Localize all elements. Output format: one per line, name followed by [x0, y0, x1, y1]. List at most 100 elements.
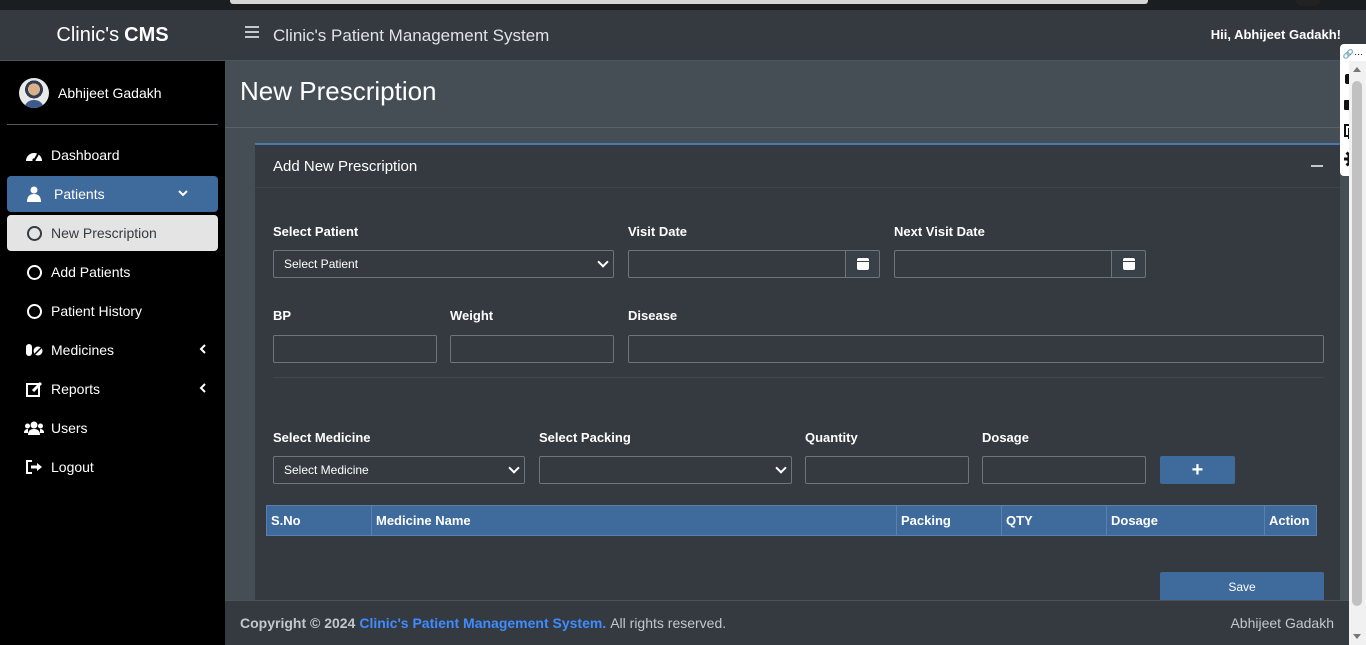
sidebar-nav: Dashboard Patients New Prescription Add …: [7, 137, 218, 485]
content-divider: [225, 127, 1340, 128]
footer-rights: All rights reserved.: [610, 615, 727, 631]
add-medicine-button[interactable]: +: [1160, 456, 1235, 484]
dashboard-icon: [24, 148, 44, 162]
disease-label: Disease: [628, 308, 678, 323]
column-header-medicine-name: Medicine Name: [372, 506, 897, 535]
scroll-down-icon[interactable]: [1353, 634, 1361, 639]
scrollbar-thumb[interactable]: [1352, 81, 1362, 606]
prescription-card: Add New Prescription Select Patient Sele…: [255, 143, 1340, 602]
visit-date-calendar-button[interactable]: [845, 250, 880, 278]
collapse-icon[interactable]: [1311, 165, 1323, 167]
sidebar-item-label: Dashboard: [51, 147, 120, 163]
select-medicine-label: Select Medicine: [273, 430, 371, 445]
hamburger-menu-icon[interactable]: [245, 26, 259, 38]
visit-date-input[interactable]: [628, 250, 846, 278]
sidebar: Clinic's CMS Abhijeet Gadakh Dashboard Pa…: [0, 10, 225, 645]
sidebar-item-label: Patients: [54, 186, 105, 202]
user-greeting: Hii, Abhijeet Gadakh!: [1210, 27, 1341, 42]
footer-author: Abhijeet Gadakh: [1230, 615, 1334, 631]
browser-profile-dot: [1296, 0, 1320, 6]
dosage-label: Dosage: [982, 430, 1029, 445]
pills-icon: [24, 343, 44, 357]
header-title: Clinic's Patient Management System: [273, 26, 550, 45]
page-scrollbar[interactable]: [1349, 61, 1366, 645]
chevron-down-icon: [775, 462, 787, 474]
card-header: Add New Prescription: [255, 145, 1340, 188]
sidebar-item-label: Reports: [51, 381, 101, 397]
sidebar-item-new-prescription[interactable]: New Prescription: [7, 215, 218, 251]
sidebar-item-patients[interactable]: Patients: [7, 176, 218, 212]
medicine-table-header: S.No Medicine Name Packing QTY Dosage Ac…: [266, 505, 1317, 536]
select-patient-value: Select Patient: [284, 257, 359, 271]
select-packing-dropdown[interactable]: [539, 456, 792, 484]
sidebar-item-logout[interactable]: Logout: [7, 449, 218, 485]
page-title: New Prescription: [240, 76, 437, 106]
card-title: Add New Prescription: [273, 157, 418, 175]
edit-icon: [24, 381, 44, 397]
chevron-down-icon: [508, 462, 520, 474]
select-patient-dropdown[interactable]: Select Patient: [273, 250, 614, 278]
footer-copyright: Copyright © 2024: [240, 615, 356, 631]
sidebar-item-dashboard[interactable]: Dashboard: [7, 137, 218, 173]
next-visit-date-label: Next Visit Date: [894, 224, 985, 239]
bp-label: BP: [273, 308, 292, 323]
sidebar-item-patient-history[interactable]: Patient History: [7, 293, 218, 329]
sidebar-item-reports[interactable]: Reports: [7, 371, 218, 407]
save-button[interactable]: Save: [1160, 572, 1324, 602]
column-header-sno: S.No: [267, 506, 372, 535]
column-header-qty: QTY: [1002, 506, 1107, 535]
select-packing-label: Select Packing: [539, 430, 631, 445]
chevron-down-icon: [178, 188, 188, 200]
next-visit-date-input[interactable]: [894, 250, 1112, 278]
select-medicine-dropdown[interactable]: Select Medicine: [273, 456, 525, 484]
sidebar-item-label: New Prescription: [51, 225, 157, 241]
sidebar-item-label: Add Patients: [51, 264, 131, 280]
visit-date-label: Visit Date: [628, 224, 688, 239]
browser-address-pill: [230, 0, 1148, 4]
weight-input[interactable]: [450, 335, 614, 363]
column-header-dosage: Dosage: [1107, 506, 1265, 535]
bp-input[interactable]: [273, 335, 437, 363]
chevron-left-icon: [199, 343, 206, 357]
browser-top-strip: [0, 0, 1366, 10]
chevron-left-icon: [199, 382, 206, 396]
calendar-icon: [1122, 258, 1135, 270]
sidebar-item-label: Users: [51, 420, 88, 436]
user-panel[interactable]: Abhijeet Gadakh: [7, 61, 218, 125]
quantity-input[interactable]: [805, 456, 969, 484]
brand-text: Clinic's: [56, 23, 120, 46]
dosage-input[interactable]: [982, 456, 1146, 484]
logout-icon: [24, 460, 44, 474]
user-name: Abhijeet Gadakh: [58, 84, 162, 101]
select-patient-label: Select Patient: [273, 224, 359, 239]
section-divider: [273, 377, 1324, 378]
chevron-down-icon: [597, 256, 609, 268]
disease-input[interactable]: [628, 335, 1324, 363]
sidebar-item-medicines[interactable]: Medicines: [7, 332, 218, 368]
select-medicine-value: Select Medicine: [284, 463, 369, 477]
scroll-up-icon[interactable]: [1353, 67, 1361, 72]
brand-logo[interactable]: Clinic's CMS: [0, 10, 225, 61]
column-header-packing: Packing: [897, 506, 1002, 535]
sidebar-item-add-patients[interactable]: Add Patients: [7, 254, 218, 290]
circle-icon: [24, 264, 44, 280]
patient-icon: [24, 186, 44, 202]
quantity-label: Quantity: [805, 430, 858, 445]
calendar-icon: [856, 258, 869, 270]
circle-icon: [24, 225, 44, 241]
users-icon: [24, 421, 44, 435]
sidebar-item-label: Patient History: [51, 303, 143, 319]
sidebar-item-label: Medicines: [51, 342, 115, 358]
top-header: Clinic's Patient Management System Hii, …: [225, 10, 1366, 61]
footer: Copyright © 2024 Clinic's Patient Manage…: [225, 600, 1349, 645]
column-header-action: Action: [1269, 513, 1310, 528]
weight-label: Weight: [450, 308, 494, 323]
circle-icon: [24, 303, 44, 319]
main-content: New Prescription Add New Prescription Se…: [225, 61, 1340, 602]
next-visit-date-calendar-button[interactable]: [1111, 250, 1146, 278]
brand-bold-text: CMS: [124, 23, 169, 46]
avatar: [19, 77, 49, 108]
sidebar-item-users[interactable]: Users: [7, 410, 218, 446]
sidebar-item-label: Logout: [51, 459, 94, 475]
footer-link[interactable]: Clinic's Patient Management System.: [359, 615, 606, 631]
